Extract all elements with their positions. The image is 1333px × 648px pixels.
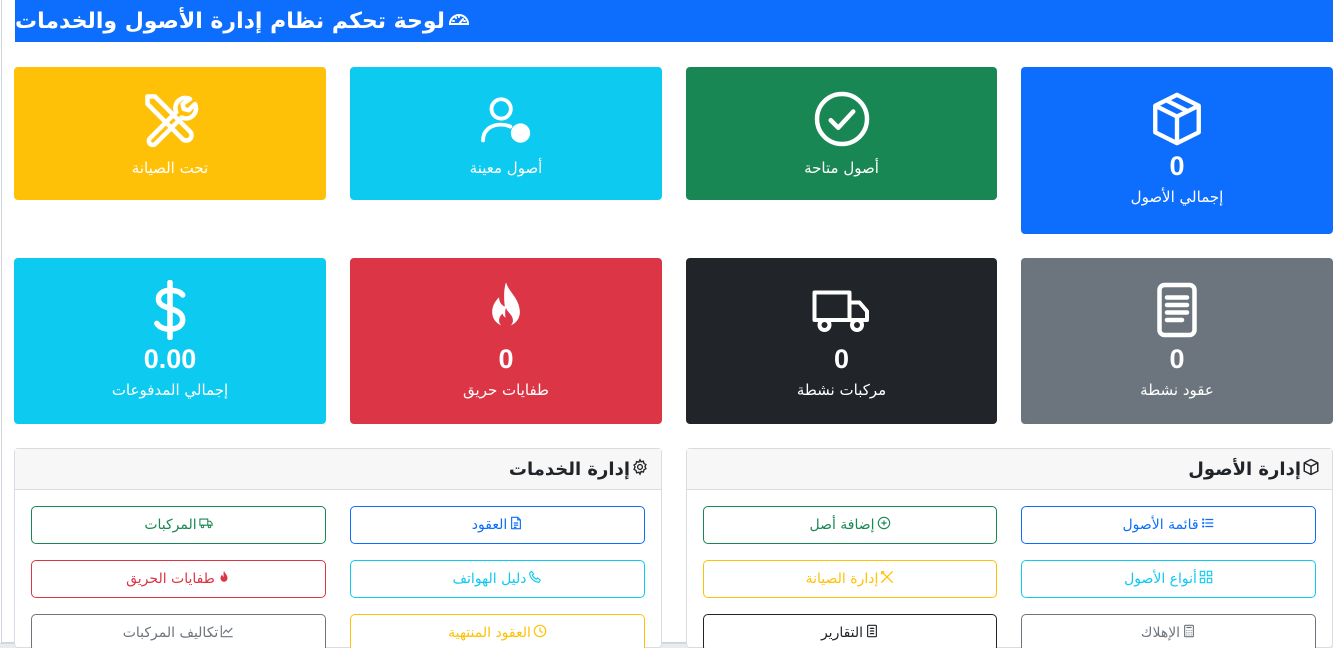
depreciation-button[interactable]: الإهلاك — [1021, 614, 1316, 648]
card-active-vehicles: 0 مركبات نشطة — [686, 258, 997, 424]
add-asset-button[interactable]: إضافة أصل — [703, 506, 997, 544]
total-assets-value: 0 — [1169, 151, 1185, 181]
calculator-icon — [1180, 624, 1196, 642]
person-icon — [477, 93, 535, 149]
total-payments-value: 0.00 — [143, 344, 197, 374]
page-header: لوحة تحكم نظام إدارة الأصول والخدمات — [15, 0, 1333, 42]
card-active-contracts: 0 عقود نشطة — [1021, 258, 1333, 424]
fire-icon — [215, 570, 231, 588]
box-icon — [1301, 458, 1320, 480]
card-available-assets: أصول متاحة — [686, 67, 997, 200]
report-icon — [863, 624, 879, 642]
contracts-label: العقود — [471, 517, 508, 533]
under-maintenance-label: تحت الصيانة — [131, 159, 209, 177]
reports-button[interactable]: التقارير — [703, 614, 997, 648]
graph-up-icon — [218, 624, 234, 642]
phone-icon — [526, 570, 542, 588]
vehicle-costs-label: تكاليف المركبات — [122, 625, 219, 641]
tools-icon — [878, 570, 894, 588]
card-under-maintenance: تحت الصيانة — [14, 67, 326, 200]
vehicles-button[interactable]: المركبات — [31, 506, 326, 544]
expired-contracts-button[interactable]: العقود المنتهية — [350, 614, 645, 648]
tools-icon — [140, 89, 200, 149]
box-icon — [1148, 91, 1206, 147]
active-contracts-label: عقود نشطة — [1140, 381, 1214, 399]
grid-icon — [1197, 570, 1213, 588]
asset-list-button[interactable]: قائمة الأصول — [1021, 506, 1316, 544]
document-icon — [1147, 280, 1207, 340]
card-fire-extinguishers: 0 طفايات حريق — [350, 258, 662, 424]
add-asset-label: إضافة أصل — [809, 517, 875, 533]
available-assets-label: أصول متاحة — [804, 159, 879, 177]
fire-icon — [478, 280, 534, 340]
card-assigned-assets: أصول معينة — [350, 67, 662, 200]
asset-types-label: أنواع الأصول — [1124, 571, 1197, 587]
assigned-assets-label: أصول معينة — [469, 159, 543, 177]
dollar-icon — [150, 280, 190, 340]
card-total-assets: 0 إجمالي الأصول — [1021, 67, 1333, 234]
total-assets-label: إجمالي الأصول — [1130, 188, 1224, 206]
phone-directory-button[interactable]: دليل الهواتف — [350, 560, 645, 598]
active-vehicles-value: 0 — [833, 344, 850, 374]
asset-list-label: قائمة الأصول — [1122, 517, 1199, 533]
page-title: لوحة تحكم نظام إدارة الأصول والخدمات — [15, 8, 445, 34]
truck-icon — [197, 516, 213, 534]
gear-icon — [630, 458, 649, 480]
plus-circle-icon — [875, 516, 891, 534]
fire-extinguishers-label: طفايات حريق — [463, 381, 549, 399]
active-vehicles-label: مركبات نشطة — [796, 381, 887, 399]
truck-icon — [812, 280, 872, 340]
speedometer-icon — [445, 7, 471, 35]
contracts-button[interactable]: العقود — [350, 506, 645, 544]
asset-types-button[interactable]: أنواع الأصول — [1021, 560, 1316, 598]
vehicles-label: المركبات — [144, 517, 197, 533]
asset-management-title: إدارة الأصول — [1188, 458, 1301, 480]
total-payments-label: إجمالي المدفوعات — [111, 381, 229, 399]
document-icon — [507, 516, 523, 534]
clock-icon — [531, 624, 547, 642]
services-management-header: إدارة الخدمات — [15, 449, 661, 490]
asset-management-header: إدارة الأصول — [687, 449, 1332, 490]
active-contracts-value: 0 — [1169, 344, 1185, 374]
expired-contracts-label: العقود المنتهية — [448, 625, 531, 641]
depreciation-label: الإهلاك — [1140, 625, 1181, 641]
fire-extinguishers-button[interactable]: طفايات الحريق — [31, 560, 326, 598]
reports-label: التقارير — [820, 625, 864, 641]
services-management-title: إدارة الخدمات — [508, 458, 630, 480]
check-circle-icon — [812, 89, 872, 149]
card-total-payments: 0.00 إجمالي المدفوعات — [14, 258, 326, 424]
maintenance-label: إدارة الصيانة — [805, 571, 879, 587]
fire-extinguishers-value: 0 — [498, 344, 514, 374]
fire-extinguishers-btn-label: طفايات الحريق — [126, 571, 215, 587]
vehicle-costs-button[interactable]: تكاليف المركبات — [31, 614, 326, 648]
list-icon — [1199, 516, 1215, 534]
phone-directory-label: دليل الهواتف — [452, 571, 527, 587]
maintenance-button[interactable]: إدارة الصيانة — [703, 560, 997, 598]
